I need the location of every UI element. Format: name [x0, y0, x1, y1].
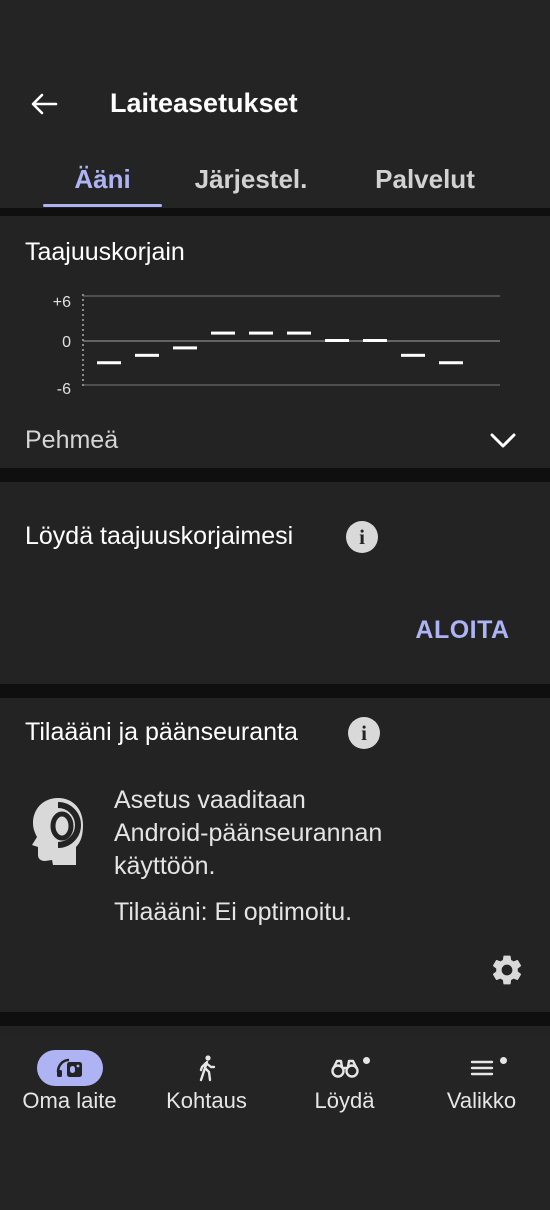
eq-band-marker[interactable] [173, 346, 197, 350]
nav-my-device[interactable]: Oma laite [1, 1036, 138, 1136]
binoculars-icon [312, 1050, 378, 1086]
section-divider [0, 684, 550, 698]
eq-band-marker[interactable] [401, 353, 425, 357]
tab-system[interactable]: Järjestel. [178, 150, 324, 208]
eq-band-marker[interactable] [363, 339, 387, 342]
notification-dot [363, 1057, 370, 1064]
eq-band-marker[interactable] [135, 353, 159, 357]
gear-icon[interactable] [489, 952, 525, 988]
info-icon[interactable]: i [348, 717, 380, 749]
spatial-audio-title: Tilaääni ja päänseuranta [25, 718, 298, 746]
nav-label: Kohtaus [166, 1088, 247, 1113]
eq-band-marker[interactable] [211, 331, 235, 335]
tab-bar: Ääni Järjestel. Palvelut [0, 150, 550, 208]
bottom-navigation: Oma laite Kohtaus Löydä Valikko [0, 1036, 550, 1210]
spatial-status: Tilaääni: Ei optimoitu. [114, 898, 353, 926]
section-divider [0, 1012, 550, 1026]
page-title: Laiteasetukset [110, 88, 298, 118]
start-button[interactable]: ALOITA [405, 612, 520, 648]
menu-icon [449, 1050, 515, 1086]
spatial-description-line-2: Android-päänseurannan [114, 819, 383, 847]
eq-band-marker[interactable] [249, 331, 273, 335]
axis-label-0: 0 [62, 334, 71, 351]
spatial-description-line-1: Asetus vaaditaan [114, 786, 306, 814]
nav-label: Valikko [446, 1088, 517, 1113]
tab-sound[interactable]: Ääni [43, 150, 162, 208]
nav-label: Oma laite [22, 1088, 117, 1113]
equalizer-chart[interactable]: +6 0 -6 [25, 288, 505, 398]
axis-label-plus6: +6 [53, 294, 71, 311]
equalizer-title: Taajuuskorjain [25, 238, 185, 266]
walking-person-icon [174, 1050, 240, 1086]
eq-preset-label: Pehmeä [25, 426, 119, 454]
tab-services[interactable]: Palvelut [355, 150, 495, 208]
chevron-down-icon [490, 433, 516, 448]
eq-band-marker[interactable] [325, 339, 349, 342]
axis-label-minus6: -6 [57, 381, 71, 398]
spatial-description-line-3: käyttöön. [114, 852, 216, 880]
eq-preset-selector[interactable]: Pehmeä [0, 416, 550, 466]
eq-band-marker[interactable] [439, 361, 463, 365]
app-bar: Laiteasetukset [0, 0, 550, 150]
eq-band-marker[interactable] [287, 331, 311, 335]
active-tab-indicator [43, 204, 162, 207]
head-tracking-icon [32, 798, 83, 865]
nav-label: Löydä [314, 1088, 375, 1113]
headphones-device-icon [36, 1050, 103, 1086]
eq-band-marker[interactable] [97, 361, 121, 365]
notification-dot [500, 1057, 507, 1064]
nav-discover[interactable]: Löydä [276, 1036, 413, 1136]
nav-scene[interactable]: Kohtaus [138, 1036, 275, 1136]
find-eq-card [0, 482, 550, 684]
info-icon[interactable]: i [346, 521, 378, 553]
back-arrow-icon[interactable] [24, 84, 64, 124]
section-divider [0, 468, 550, 482]
next-card-edge [0, 1026, 550, 1036]
find-eq-title: Löydä taajuuskorjaimesi [25, 522, 294, 550]
nav-menu[interactable]: Valikko [413, 1036, 550, 1136]
divider [0, 208, 550, 216]
